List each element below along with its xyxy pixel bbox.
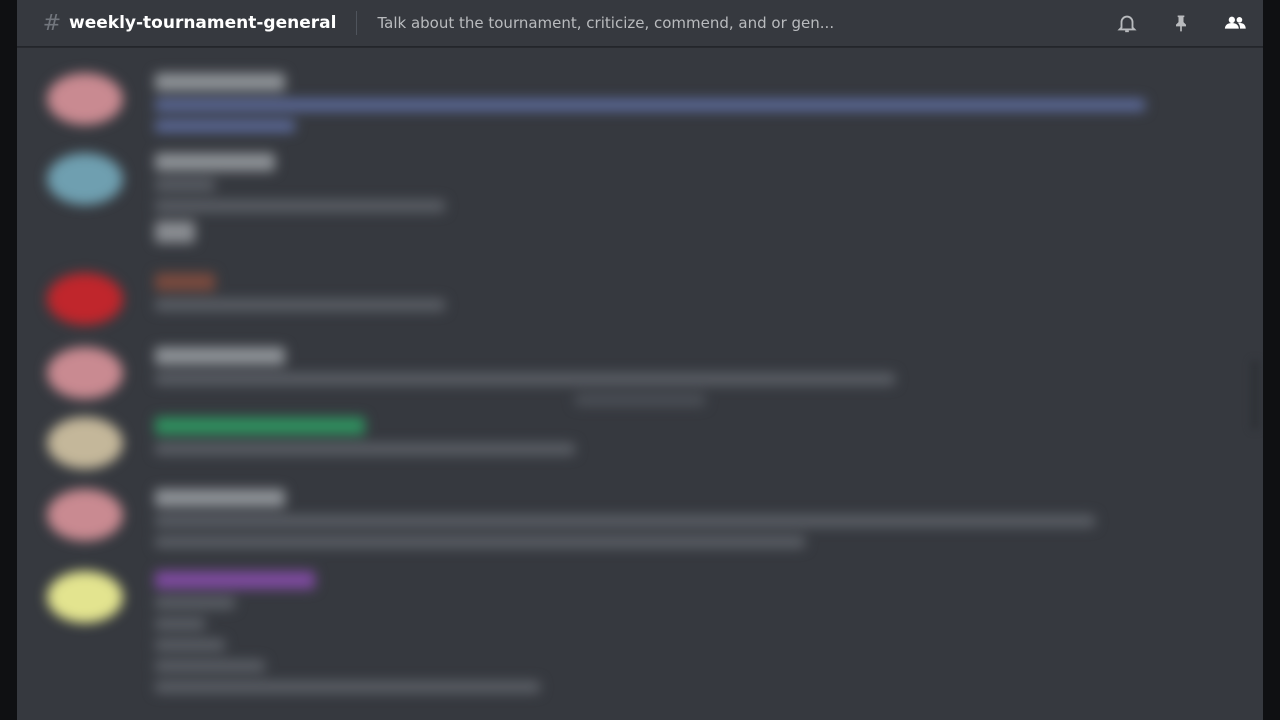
username[interactable] (155, 489, 285, 507)
username[interactable] (155, 417, 365, 435)
pin-icon[interactable] (1169, 11, 1193, 35)
username[interactable] (155, 73, 285, 91)
avatar[interactable] (47, 73, 123, 125)
message-text (155, 681, 540, 693)
message-text (155, 597, 235, 609)
message-text (155, 536, 805, 548)
message-text (155, 618, 205, 630)
header-divider (356, 11, 358, 35)
message-text (575, 394, 705, 406)
scrollbar[interactable] (1251, 360, 1259, 430)
avatar[interactable] (47, 153, 123, 205)
header-toolbar (1085, 11, 1247, 35)
hashtag-icon: # (42, 10, 62, 36)
message-text (155, 443, 575, 455)
message-text (155, 200, 445, 212)
message-text (155, 373, 895, 385)
avatar[interactable] (47, 489, 123, 541)
chat-window: # weekly-tournament-general Talk about t… (17, 0, 1263, 720)
channel-header: # weekly-tournament-general Talk about t… (17, 0, 1263, 47)
message-text (155, 639, 225, 651)
reaction[interactable] (155, 221, 195, 243)
username[interactable] (155, 153, 275, 171)
member-list-icon[interactable] (1223, 11, 1247, 35)
message-text (155, 99, 1145, 111)
avatar[interactable] (47, 347, 123, 399)
bell-icon[interactable] (1115, 11, 1139, 35)
avatar[interactable] (47, 417, 123, 469)
avatar[interactable] (47, 571, 123, 623)
channel-topic[interactable]: Talk about the tournament, criticize, co… (377, 14, 987, 32)
avatar[interactable] (47, 273, 123, 325)
message-text (155, 179, 215, 191)
username[interactable] (155, 347, 285, 365)
message-text (155, 120, 295, 132)
message-list[interactable] (17, 47, 1263, 720)
message-text (155, 660, 265, 672)
message-text (155, 299, 445, 311)
channel-name: weekly-tournament-general (69, 13, 337, 33)
message-text (155, 515, 1095, 527)
username[interactable] (155, 571, 315, 589)
username[interactable] (155, 273, 215, 291)
